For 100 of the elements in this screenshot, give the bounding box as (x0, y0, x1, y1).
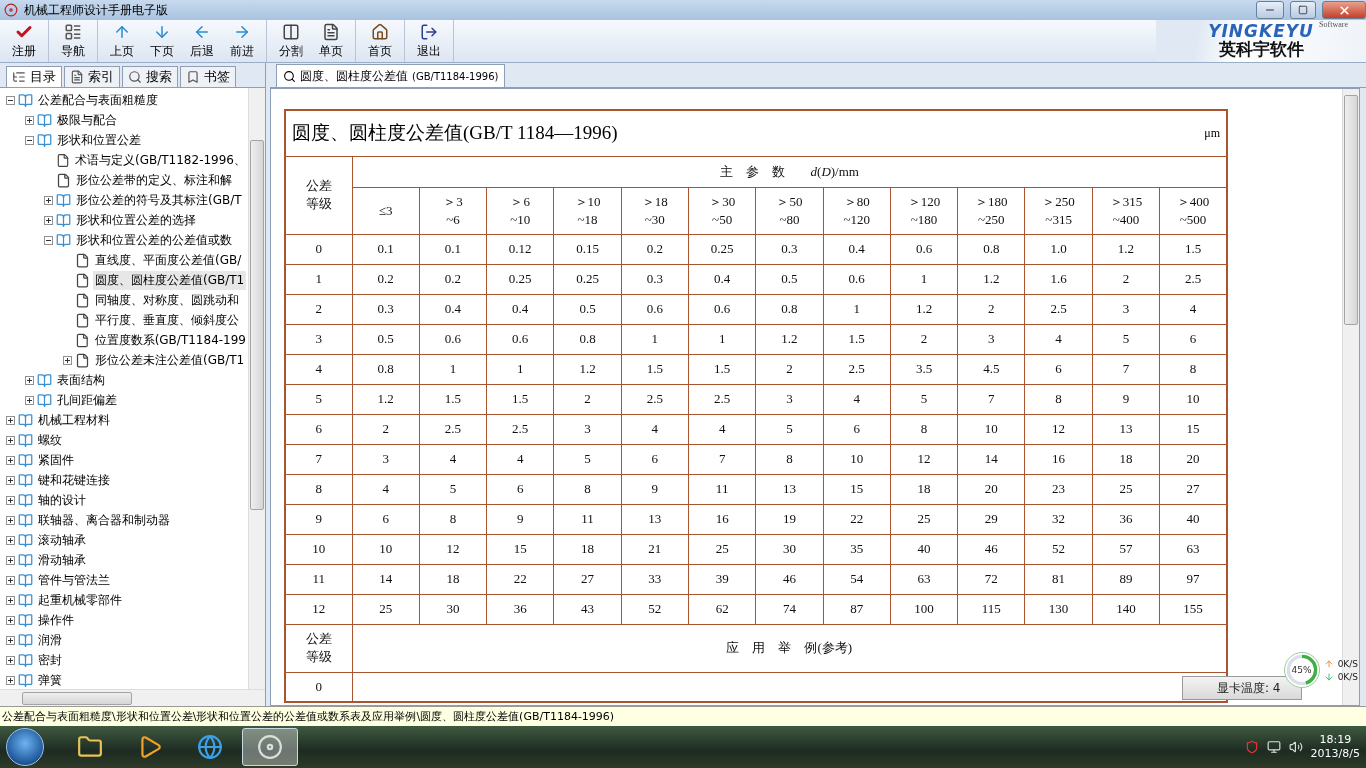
expand-toggle[interactable] (63, 355, 72, 365)
expand-toggle[interactable] (6, 455, 15, 465)
tree-item[interactable]: 形状和位置公差 (55, 130, 143, 150)
table-cell: 0.2 (419, 264, 487, 294)
tree-item[interactable]: 起重机械零部件 (36, 590, 124, 610)
tree-item[interactable]: 直线度、平面度公差值(GB/ (93, 250, 244, 270)
expand-toggle[interactable] (44, 215, 53, 225)
table-title: 圆度、圆柱度公差值(GB/T 1184—1996) (292, 121, 618, 146)
toolbar-button[interactable]: 后退 (182, 20, 222, 62)
expand-toggle[interactable] (6, 535, 15, 545)
table-cell: 19 (755, 504, 824, 534)
tree-item[interactable]: 公差配合与表面粗糙度 (36, 90, 160, 110)
table-cell: 2.5 (621, 384, 689, 414)
sidebar-tab[interactable]: 索引 (64, 66, 120, 87)
tree-item[interactable]: 孔间距偏差 (55, 390, 119, 410)
tree-item[interactable]: 管件与管法兰 (36, 570, 112, 590)
toolbar-button[interactable]: 上页 (102, 20, 142, 62)
expand-toggle[interactable] (6, 555, 15, 565)
tree-item[interactable]: 术语与定义(GB/T1182-1996、 (73, 150, 248, 170)
table-cell: 2 (1092, 264, 1160, 294)
table-cell: 12 (285, 594, 352, 624)
tree-item[interactable]: 形状和位置公差的公差值或数 (74, 230, 234, 250)
table-cell: 8 (419, 504, 487, 534)
expand-toggle[interactable] (6, 675, 15, 685)
expand-toggle[interactable] (6, 595, 15, 605)
collapse-toggle[interactable] (6, 95, 15, 105)
clock[interactable]: 18:19 2013/8/5 (1310, 733, 1360, 761)
table-cell: 4 (621, 414, 689, 444)
tree-item[interactable]: 形位公差未注公差值(GB/T1 (93, 350, 247, 370)
tree-item[interactable]: 滚动轴承 (36, 530, 88, 550)
volume-icon[interactable] (1288, 740, 1303, 754)
tree-item[interactable]: 极限与配合 (55, 110, 119, 130)
tree-item[interactable]: 形状和位置公差的选择 (74, 210, 198, 230)
sidebar-tab[interactable]: 搜索 (122, 66, 178, 87)
expand-toggle[interactable] (6, 495, 15, 505)
toolbar-button[interactable]: 退出 (409, 20, 449, 62)
table-cell: 11 (688, 474, 756, 504)
table-cell: 4 (285, 354, 352, 384)
vertical-scrollbar[interactable] (248, 88, 265, 689)
tree-item[interactable]: 键和花键连接 (36, 470, 112, 490)
tree-item[interactable]: 紧固件 (36, 450, 76, 470)
close-button[interactable] (1322, 1, 1366, 19)
sidebar-tab[interactable]: 书签 (180, 66, 236, 87)
document-tab[interactable]: 圆度、圆柱度公差值 (GB/T1184-1996) (276, 64, 506, 87)
collapse-toggle[interactable] (44, 235, 53, 245)
book-icon (56, 232, 71, 248)
tree-icon (12, 70, 26, 84)
book-icon (18, 92, 33, 108)
expand-toggle[interactable] (6, 655, 15, 665)
expand-toggle[interactable] (6, 475, 15, 485)
tree-item[interactable]: 弹簧 (36, 670, 64, 689)
monitor-icon[interactable] (1266, 740, 1281, 754)
minimize-button[interactable] (1256, 1, 1284, 19)
table-cell: 0.25 (688, 234, 756, 264)
table-cell: 36 (1092, 504, 1160, 534)
sidebar-tab[interactable]: 目录 (6, 66, 62, 87)
start-button[interactable] (6, 728, 44, 766)
expand-toggle[interactable] (25, 375, 34, 385)
toolbar-button[interactable]: 分割 (271, 20, 311, 62)
expand-toggle[interactable] (44, 195, 53, 205)
tree-item[interactable]: 同轴度、对称度、圆跳动和 (93, 290, 241, 310)
toolbar-button[interactable]: 单页 (311, 20, 351, 62)
table-header: ＞3 ~6 (419, 187, 487, 234)
expand-toggle[interactable] (6, 415, 15, 425)
expand-toggle[interactable] (25, 115, 34, 125)
maximize-button[interactable] (1290, 1, 1316, 19)
logo-tagline: Software (1319, 20, 1348, 29)
table-cell: 0.15 (553, 234, 622, 264)
tree-item[interactable]: 圆度、圆柱度公差值(GB/T1 (93, 270, 247, 290)
tree-item[interactable]: 形位公差的符号及其标注(GB/T (74, 190, 244, 210)
tree-item[interactable]: 滑动轴承 (36, 550, 88, 570)
table-cell: 0.4 (823, 234, 891, 264)
toolbar-button[interactable]: 导航 (53, 20, 93, 62)
table-cell: 30 (755, 534, 824, 564)
expand-toggle[interactable] (6, 615, 15, 625)
expand-toggle[interactable] (25, 395, 34, 405)
tree-item[interactable]: 润滑 (36, 630, 64, 650)
expand-toggle[interactable] (6, 575, 15, 585)
table-cell: 33 (621, 564, 689, 594)
tree-item[interactable]: 位置度数系(GB/T1184-199 (92, 330, 248, 350)
toolbar-button[interactable]: 注册 (4, 20, 44, 62)
tree-item[interactable]: 轴的设计 (36, 490, 88, 510)
toolbar-button[interactable]: 前进 (222, 20, 262, 62)
tree-item[interactable]: 密封 (36, 650, 64, 670)
table-cell: 13 (1092, 414, 1160, 444)
tree-item[interactable]: 螺纹 (36, 430, 64, 450)
tree-item[interactable]: 机械工程材料 (36, 410, 112, 430)
tree-item[interactable]: 形位公差带的定义、标注和解 (74, 170, 234, 190)
expand-toggle[interactable] (6, 635, 15, 645)
horizontal-scrollbar[interactable] (0, 689, 265, 706)
tree-item[interactable]: 表面结构 (55, 370, 107, 390)
tree-item[interactable]: 操作件 (36, 610, 76, 630)
toolbar-button[interactable]: 下页 (142, 20, 182, 62)
expand-toggle[interactable] (6, 435, 15, 445)
collapse-toggle[interactable] (25, 135, 34, 145)
toolbar-button[interactable]: 首页 (360, 20, 400, 62)
tree-item[interactable]: 平行度、垂直度、倾斜度公 (93, 310, 241, 330)
shield-icon[interactable] (1244, 740, 1259, 754)
expand-toggle[interactable] (6, 515, 15, 525)
tree-item[interactable]: 联轴器、离合器和制动器 (36, 510, 172, 530)
